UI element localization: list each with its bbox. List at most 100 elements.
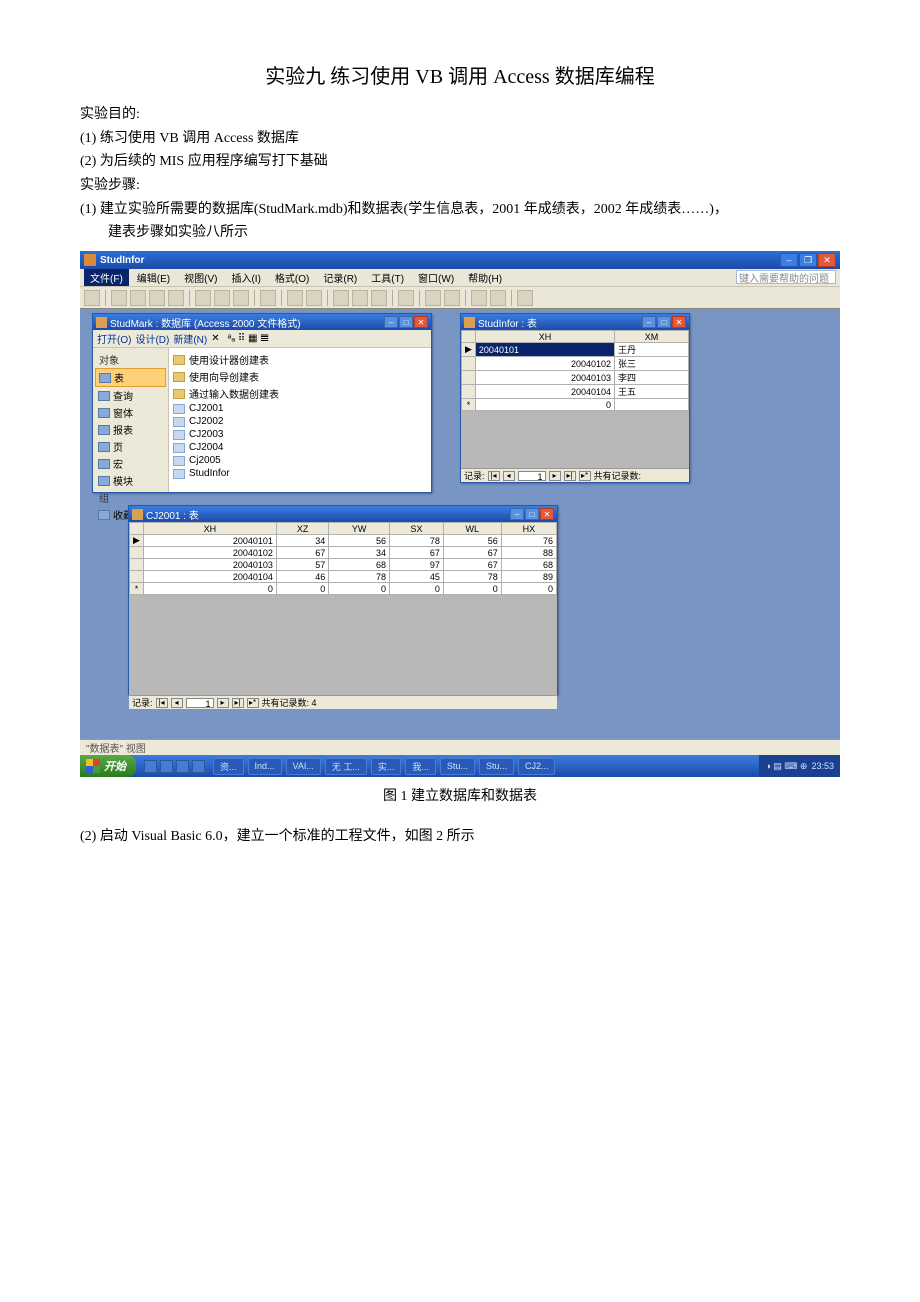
- task-button[interactable]: Stu...: [479, 758, 514, 775]
- db-design-button[interactable]: 设计(D): [135, 331, 169, 346]
- sidebar-item-pages[interactable]: 页: [95, 438, 166, 455]
- app-titlebar: StudInfor ‒ ❐ ✕: [80, 251, 840, 269]
- menu-help[interactable]: 帮助(H): [462, 269, 508, 286]
- task-button[interactable]: Ind...: [248, 758, 282, 775]
- cj-minimize-button[interactable]: ‒: [510, 508, 524, 520]
- nav-last-button[interactable]: ▸|: [232, 698, 244, 708]
- preview-icon[interactable]: [168, 290, 184, 306]
- system-tray[interactable]: ◑ ▤ ⌨ ⊕ 23:53: [759, 755, 840, 777]
- db-new-button[interactable]: 新建(N): [173, 331, 207, 346]
- help-search-input[interactable]: [736, 270, 836, 284]
- filter-form-icon[interactable]: [352, 290, 368, 306]
- task-button[interactable]: 无 工...: [325, 758, 367, 775]
- table-item[interactable]: CJ2001: [173, 402, 427, 415]
- task-button[interactable]: 实...: [371, 758, 402, 775]
- record-position[interactable]: 1: [186, 698, 214, 708]
- nav-first-button[interactable]: |◂: [488, 471, 500, 481]
- sidebar-item-queries[interactable]: 查询: [95, 387, 166, 404]
- start-button[interactable]: 开始: [80, 755, 136, 777]
- db-window-icon[interactable]: [471, 290, 487, 306]
- stud-maximize-button[interactable]: □: [657, 316, 671, 328]
- sidebar-item-macros[interactable]: 宏: [95, 455, 166, 472]
- menu-edit[interactable]: 编辑(E): [131, 269, 176, 286]
- copy-icon[interactable]: [214, 290, 230, 306]
- nav-last-button[interactable]: ▸|: [564, 471, 576, 481]
- task-button[interactable]: VAI...: [286, 758, 321, 775]
- nav-new-button[interactable]: ▸*: [247, 698, 259, 708]
- stud-minimize-button[interactable]: ‒: [642, 316, 656, 328]
- cj-close-button[interactable]: ✕: [540, 508, 554, 520]
- nav-next-button[interactable]: ▸: [217, 698, 229, 708]
- menu-insert[interactable]: 插入(I): [225, 269, 266, 286]
- task-button[interactable]: Stu...: [440, 758, 475, 775]
- help-search[interactable]: [736, 270, 836, 285]
- table-item[interactable]: CJ2002: [173, 415, 427, 428]
- db-close-button[interactable]: ✕: [414, 316, 428, 328]
- menu-tools[interactable]: 工具(T): [365, 269, 410, 286]
- quick-launch-icon[interactable]: [176, 760, 189, 773]
- sidebar-item-modules[interactable]: 模块: [95, 472, 166, 489]
- cj-maximize-button[interactable]: □: [525, 508, 539, 520]
- view-icon[interactable]: [84, 290, 100, 306]
- menu-format[interactable]: 格式(O): [269, 269, 315, 286]
- task-button[interactable]: 我...: [405, 758, 436, 775]
- step-1b: 建表步骤如实验八所示: [80, 221, 840, 241]
- paste-icon[interactable]: [233, 290, 249, 306]
- sidebar-item-tables[interactable]: 表: [95, 368, 166, 387]
- new-record-icon[interactable]: [425, 290, 441, 306]
- studinfor-table[interactable]: XHXM ▶20040101王丹 20040102张三 20040103李四 2…: [461, 330, 689, 411]
- table-item[interactable]: CJ2004: [173, 441, 427, 454]
- apply-filter-icon[interactable]: [371, 290, 387, 306]
- nav-prev-button[interactable]: ◂: [171, 698, 183, 708]
- db-minimize-button[interactable]: ‒: [384, 316, 398, 328]
- quick-launch-icon[interactable]: [192, 760, 205, 773]
- quick-launch-icon[interactable]: [144, 760, 157, 773]
- quick-launch-icon[interactable]: [160, 760, 173, 773]
- sort-desc-icon[interactable]: [306, 290, 322, 306]
- search-icon[interactable]: [130, 290, 146, 306]
- create-table-design[interactable]: 使用设计器创建表: [173, 351, 427, 368]
- steps-label: 实验步骤:: [80, 174, 840, 194]
- table-icon: [464, 317, 475, 328]
- save-icon[interactable]: [111, 290, 127, 306]
- record-total: 共有记录数: 4: [262, 696, 317, 709]
- sort-asc-icon[interactable]: [287, 290, 303, 306]
- minimize-button[interactable]: ‒: [780, 253, 798, 267]
- db-toolbar: 打开(O) 设计(D) 新建(N) ✕ ᵃₐ ⠿ ▦ 𝌆: [93, 330, 431, 348]
- close-button[interactable]: ✕: [818, 253, 836, 267]
- nav-prev-button[interactable]: ◂: [503, 471, 515, 481]
- cj2001-table[interactable]: XHXZYW SXWLHX ▶200401013456785676 200401…: [129, 522, 557, 595]
- print-icon[interactable]: [149, 290, 165, 306]
- nav-new-button[interactable]: ▸*: [579, 471, 591, 481]
- find-icon[interactable]: [398, 290, 414, 306]
- menu-window[interactable]: 窗口(W): [412, 269, 460, 286]
- sidebar-item-forms[interactable]: 窗体: [95, 404, 166, 421]
- menu-file[interactable]: 文件(F): [84, 269, 129, 286]
- delete-record-icon[interactable]: [444, 290, 460, 306]
- nav-next-button[interactable]: ▸: [549, 471, 561, 481]
- database-window: StudMark : 数据库 (Access 2000 文件格式) ‒ □ ✕ …: [92, 313, 432, 493]
- db-delete-button[interactable]: ✕: [211, 333, 219, 344]
- menu-view[interactable]: 视图(V): [178, 269, 223, 286]
- task-button[interactable]: CJ2...: [518, 758, 556, 775]
- db-open-button[interactable]: 打开(O): [97, 331, 131, 346]
- maximize-button[interactable]: ❐: [799, 253, 817, 267]
- cut-icon[interactable]: [195, 290, 211, 306]
- db-maximize-button[interactable]: □: [399, 316, 413, 328]
- help-icon[interactable]: [517, 290, 533, 306]
- nav-first-button[interactable]: |◂: [156, 698, 168, 708]
- table-item[interactable]: CJ2003: [173, 428, 427, 441]
- table-item[interactable]: Cj2005: [173, 454, 427, 467]
- create-table-entry[interactable]: 通过输入数据创建表: [173, 385, 427, 402]
- sidebar-item-reports[interactable]: 报表: [95, 421, 166, 438]
- task-button[interactable]: 资...: [213, 758, 244, 775]
- record-position[interactable]: 1: [518, 471, 546, 481]
- menu-records[interactable]: 记录(R): [317, 269, 363, 286]
- table-item[interactable]: StudInfor: [173, 467, 427, 480]
- cj2001-table-window: CJ2001 : 表 ‒ □ ✕ XHXZYW SXWLHX ▶20040101…: [128, 505, 558, 695]
- stud-close-button[interactable]: ✕: [672, 316, 686, 328]
- new-object-icon[interactable]: [490, 290, 506, 306]
- create-table-wizard[interactable]: 使用向导创建表: [173, 368, 427, 385]
- filter-selection-icon[interactable]: [333, 290, 349, 306]
- undo-icon[interactable]: [260, 290, 276, 306]
